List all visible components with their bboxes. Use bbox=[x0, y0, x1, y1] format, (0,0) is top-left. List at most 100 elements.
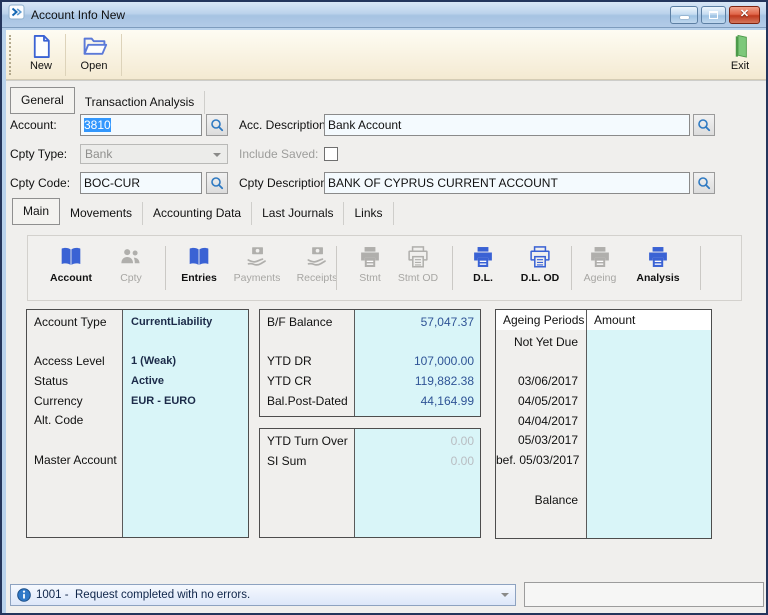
action-label: D.L. bbox=[473, 272, 493, 284]
action-account-button[interactable]: Account bbox=[42, 244, 100, 284]
open-button-label: Open bbox=[80, 60, 108, 72]
sub-tabstrip: Main Movements Accounting Data Last Jour… bbox=[12, 198, 394, 225]
ageing-period bbox=[496, 471, 586, 491]
action-separator bbox=[165, 246, 166, 290]
panel-label: B/F Balance bbox=[267, 315, 333, 329]
ageing-period: 03/06/2017 bbox=[517, 374, 578, 389]
close-icon: ✕ bbox=[739, 8, 750, 20]
panel-label: YTD DR bbox=[267, 354, 312, 369]
panel-value: 0.00 bbox=[450, 453, 474, 468]
account-search-button[interactable] bbox=[206, 114, 228, 136]
action-label: Ageing bbox=[583, 272, 617, 284]
acc-description-input[interactable]: Bank Account bbox=[324, 114, 690, 136]
action-stmt-button: Stmt bbox=[344, 244, 396, 284]
panel-value: 0.00 bbox=[450, 434, 474, 448]
subtab-last-journals[interactable]: Last Journals bbox=[252, 202, 345, 225]
chevron-down-icon bbox=[213, 153, 221, 161]
panel-label: Currency bbox=[34, 393, 83, 408]
panel-label bbox=[27, 333, 122, 353]
new-document-icon bbox=[33, 35, 50, 58]
subtab-main[interactable]: Main bbox=[12, 198, 61, 225]
cpty-description-value: BANK OF CYPRUS CURRENT ACCOUNT bbox=[328, 176, 558, 190]
ageing-period: 04/05/2017 bbox=[517, 394, 578, 409]
status-message-dropdown[interactable]: 1001 - Request completed with no errors. bbox=[10, 584, 516, 606]
account-value: 3810 bbox=[84, 118, 111, 132]
ageing-period: 04/04/2017 bbox=[517, 413, 578, 428]
exit-door-icon bbox=[735, 34, 747, 58]
printer-icon bbox=[591, 247, 609, 267]
amount-header: Amount bbox=[594, 313, 636, 327]
exit-button[interactable]: Exit bbox=[717, 33, 763, 78]
toolbar-grip-handle[interactable] bbox=[9, 35, 12, 75]
panel-label: SI Sum bbox=[267, 453, 307, 468]
action-dl-od-button[interactable]: D.L. OD bbox=[512, 244, 568, 284]
status-secondary-panel bbox=[524, 582, 764, 607]
close-button[interactable]: ✕ bbox=[729, 5, 760, 24]
info-icon bbox=[17, 588, 31, 602]
exit-button-label: Exit bbox=[730, 60, 750, 72]
panel-value: 44,164.99 bbox=[420, 393, 474, 408]
panel-label: Access Level bbox=[34, 354, 105, 369]
ageing-amount bbox=[587, 491, 711, 511]
cpty-code-input[interactable]: BOC-CUR bbox=[80, 172, 202, 194]
search-icon bbox=[698, 177, 711, 190]
cpty-description-input[interactable]: BANK OF CYPRUS CURRENT ACCOUNT bbox=[324, 172, 690, 194]
ageing-periods-header: Ageing Periods bbox=[496, 310, 587, 330]
subtab-links[interactable]: Links bbox=[344, 202, 394, 225]
panel-value bbox=[355, 333, 480, 353]
panel-label: Bal.Post-Dated bbox=[267, 393, 348, 408]
action-entries-button[interactable]: Entries bbox=[172, 244, 226, 284]
balance-panel: B/F Balance YTD DR YTD CR Bal.Post-Dated… bbox=[259, 309, 481, 417]
subtab-movements[interactable]: Movements bbox=[60, 202, 144, 225]
main-tabstrip: General Transaction Analysis bbox=[10, 87, 206, 114]
panel-value: CurrentLiability bbox=[131, 316, 213, 328]
subtab-accounting-data[interactable]: Accounting Data bbox=[143, 202, 253, 225]
tab-general[interactable]: General bbox=[10, 87, 75, 114]
action-label: Entries bbox=[181, 272, 217, 284]
cpty-code-search-button[interactable] bbox=[206, 172, 228, 194]
action-separator bbox=[336, 246, 337, 290]
tab-transaction-analysis[interactable]: Transaction Analysis bbox=[75, 91, 206, 114]
cpty-description-search-button[interactable] bbox=[693, 172, 715, 194]
panel-label: YTD CR bbox=[267, 374, 312, 389]
panel-label: Master Account bbox=[34, 452, 117, 467]
panel-value: EUR - EURO bbox=[131, 394, 196, 407]
action-ageing-button: Ageing bbox=[574, 244, 626, 284]
ageing-amount bbox=[587, 471, 711, 491]
action-cpty-button: Cpty bbox=[104, 244, 158, 284]
people-icon bbox=[121, 249, 140, 264]
account-input[interactable]: 3810 bbox=[80, 114, 202, 136]
ageing-period: bef. 05/03/2017 bbox=[496, 453, 580, 468]
account-label: Account: bbox=[10, 118, 57, 132]
maximize-icon bbox=[709, 10, 718, 19]
cpty-type-dropdown: Bank bbox=[80, 144, 228, 164]
window-title: Account Info New bbox=[31, 7, 126, 22]
minimize-icon bbox=[679, 16, 689, 19]
ageing-amount bbox=[587, 412, 711, 432]
action-dl-button[interactable]: D.L. bbox=[457, 244, 509, 284]
app-icon bbox=[8, 4, 25, 25]
panel-value: 1 (Weak) bbox=[131, 355, 177, 368]
ageing-period bbox=[496, 353, 586, 373]
ageing-header: Ageing Periods Amount bbox=[496, 310, 711, 330]
acc-description-value: Bank Account bbox=[328, 118, 402, 132]
new-button[interactable]: New bbox=[18, 33, 64, 78]
search-icon bbox=[211, 177, 224, 190]
acc-description-search-button[interactable] bbox=[693, 114, 715, 136]
panel-value bbox=[123, 431, 248, 451]
printer-icon bbox=[361, 247, 379, 267]
titlebar[interactable]: Account Info New ✕ bbox=[2, 2, 766, 28]
ageing-panel: Ageing Periods Amount Not Yet Due 03/06/… bbox=[495, 309, 712, 539]
hand-coin-icon bbox=[247, 247, 266, 266]
ageing-period: Not Yet Due bbox=[513, 335, 578, 349]
search-icon bbox=[211, 119, 224, 132]
acc-description-label: Acc. Description: bbox=[239, 118, 330, 132]
minimize-button[interactable] bbox=[670, 5, 698, 24]
printer-outline-icon bbox=[408, 246, 428, 268]
action-label: Account bbox=[50, 272, 92, 284]
action-analysis-button[interactable]: Analysis bbox=[630, 244, 686, 284]
cpty-type-label: Cpty Type: bbox=[10, 147, 68, 161]
panel-label bbox=[260, 333, 354, 353]
maximize-button[interactable] bbox=[701, 5, 726, 24]
open-button[interactable]: Open bbox=[71, 33, 117, 78]
